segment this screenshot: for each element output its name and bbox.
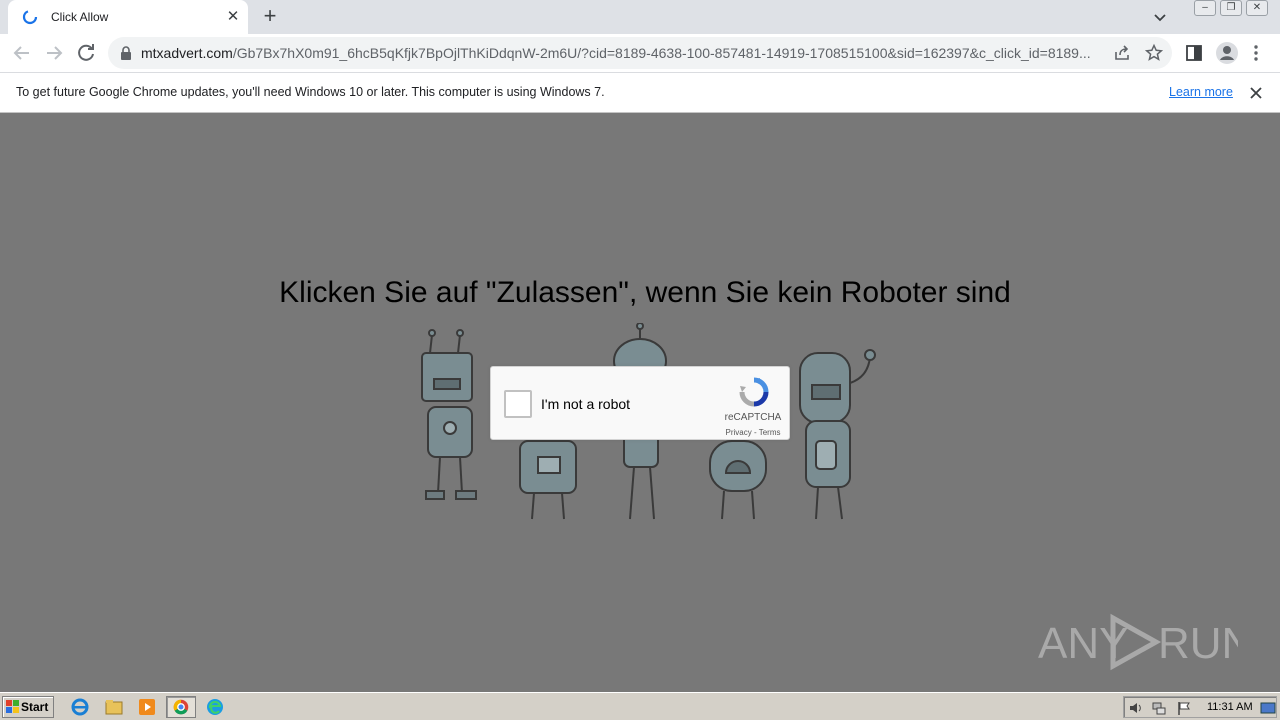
url-path: /Gb7Bx7hX0m91_6hcB5qKfjk7BpOjlThKiDdqnW-… bbox=[232, 45, 1091, 61]
back-arrow-icon[interactable] bbox=[10, 41, 34, 65]
recaptcha-brand: reCAPTCHA bbox=[724, 412, 782, 423]
learn-more-link[interactable]: Learn more bbox=[1169, 85, 1233, 99]
watermark-right-text: RUN bbox=[1158, 619, 1238, 668]
profile-avatar-icon[interactable] bbox=[1215, 41, 1239, 65]
url-host: mtxadvert.com bbox=[141, 45, 233, 61]
recaptcha-privacy-terms-link[interactable]: Privacy - Terms bbox=[713, 428, 793, 437]
tab-strip: Click Allow ✕ + – ❐ ✕ bbox=[0, 0, 1280, 34]
windows-flag-icon bbox=[6, 700, 19, 713]
loading-icon bbox=[22, 9, 38, 25]
infobar-message: To get future Google Chrome updates, you… bbox=[16, 85, 605, 99]
start-button[interactable]: Start bbox=[2, 696, 54, 718]
recaptcha-checkbox[interactable] bbox=[504, 390, 532, 418]
edge-icon[interactable] bbox=[203, 696, 227, 718]
page-content: Klicken Sie auf "Zulassen", wenn Sie kei… bbox=[0, 113, 1280, 692]
speaker-icon[interactable] bbox=[1128, 700, 1144, 716]
forward-arrow-icon[interactable] bbox=[42, 41, 66, 65]
share-icon[interactable] bbox=[1112, 43, 1132, 63]
reload-icon[interactable] bbox=[74, 41, 98, 65]
page-headline: Klicken Sie auf "Zulassen", wenn Sie kei… bbox=[279, 276, 1011, 309]
more-menu-icon[interactable] bbox=[1246, 43, 1266, 63]
browser-tab[interactable]: Click Allow ✕ bbox=[8, 0, 248, 34]
system-tray: 11:31 AM bbox=[1123, 696, 1277, 718]
address-bar[interactable]: mtxadvert.com/Gb7Bx7hX0m91_6hcB5qKfjk7Bp… bbox=[108, 37, 1172, 69]
start-label: Start bbox=[21, 700, 49, 714]
close-icon[interactable] bbox=[1247, 84, 1265, 102]
side-panel-icon[interactable] bbox=[1184, 43, 1204, 63]
recaptcha-logo-icon bbox=[739, 377, 769, 407]
taskbar-clock[interactable]: 11:31 AM bbox=[1207, 701, 1253, 713]
anyrun-watermark: ANY RUN bbox=[1038, 613, 1238, 671]
show-desktop-icon[interactable] bbox=[1260, 700, 1276, 716]
recaptcha-widget: I'm not a robot reCAPTCHA Privacy - Term… bbox=[490, 366, 790, 440]
new-tab-button[interactable]: + bbox=[258, 5, 282, 29]
bookmark-star-icon[interactable] bbox=[1144, 43, 1164, 63]
window-controls: – ❐ ✕ bbox=[1194, 0, 1268, 18]
chrome-icon[interactable] bbox=[166, 696, 196, 718]
url-text[interactable]: mtxadvert.com/Gb7Bx7hX0m91_6hcB5qKfjk7Bp… bbox=[141, 45, 1111, 61]
recaptcha-label: I'm not a robot bbox=[541, 396, 631, 412]
action-center-flag-icon[interactable] bbox=[1176, 700, 1192, 716]
file-explorer-icon[interactable] bbox=[102, 696, 126, 718]
windows-taskbar: Start 11:31 AM bbox=[0, 692, 1280, 720]
restore-button[interactable]: ❐ bbox=[1220, 0, 1242, 16]
media-player-icon[interactable] bbox=[135, 696, 159, 718]
network-icon[interactable] bbox=[1151, 700, 1167, 716]
update-infobar: To get future Google Chrome updates, you… bbox=[0, 72, 1280, 113]
tab-title: Click Allow bbox=[51, 10, 109, 24]
lock-icon[interactable] bbox=[120, 46, 132, 60]
tab-search-chevron-icon[interactable] bbox=[1150, 8, 1170, 28]
tab-close-icon[interactable]: ✕ bbox=[224, 8, 242, 26]
close-window-button[interactable]: ✕ bbox=[1246, 0, 1268, 16]
browser-toolbar: mtxadvert.com/Gb7Bx7hX0m91_6hcB5qKfjk7Bp… bbox=[0, 34, 1280, 72]
internet-explorer-icon[interactable] bbox=[68, 696, 92, 718]
minimize-button[interactable]: – bbox=[1194, 0, 1216, 16]
